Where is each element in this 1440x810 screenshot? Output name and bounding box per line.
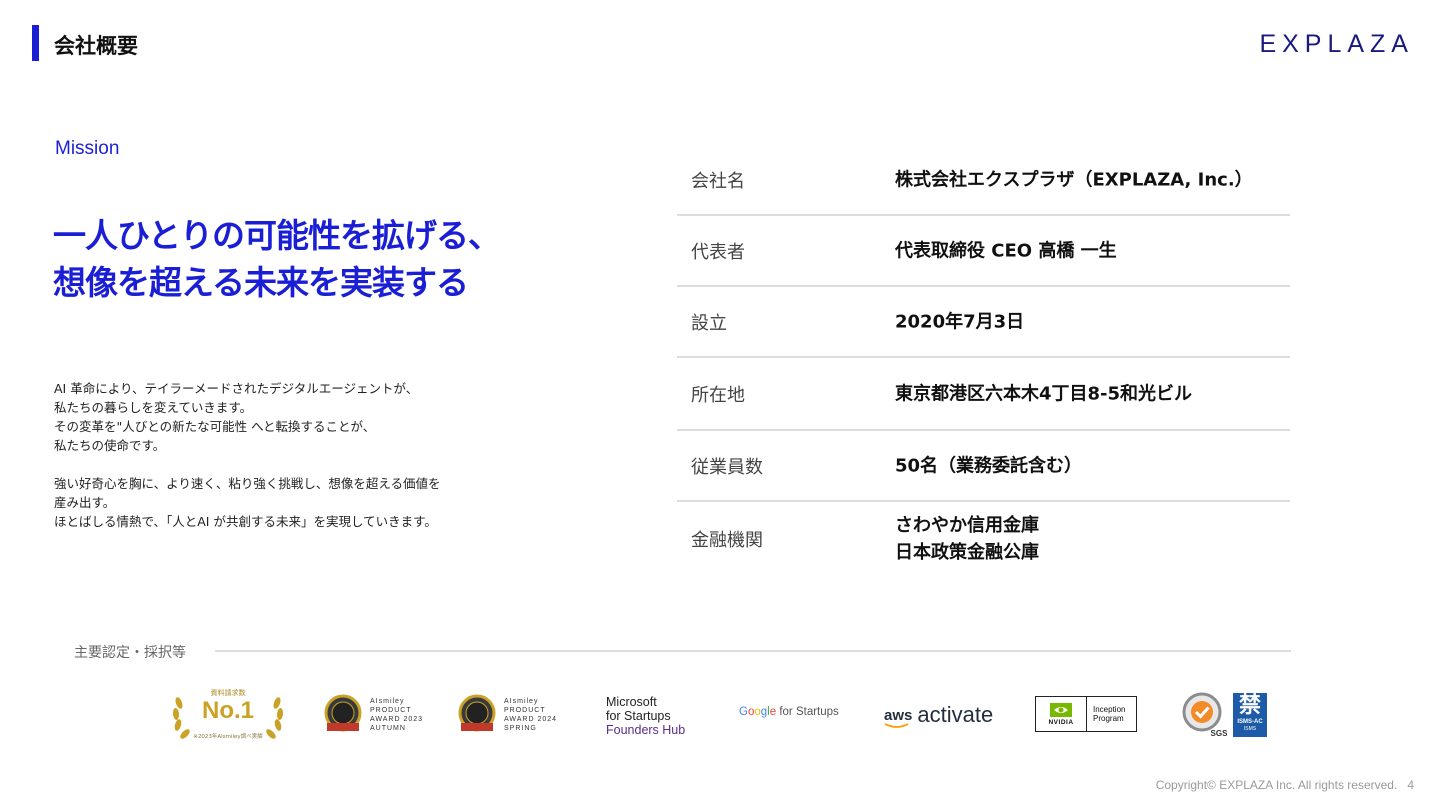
info-value: 50名（業務委託含む） (895, 455, 1083, 476)
nvidia-inception-logo: NVIDIA Inception Program (1035, 696, 1137, 732)
page-title: 会社概要 (54, 34, 138, 58)
aws-activate-text: activate (917, 702, 994, 727)
isms-line: ISMS (1243, 726, 1257, 732)
award-line: PRODUCT (504, 707, 546, 714)
info-label: 金融機関 (691, 530, 763, 551)
info-label: 設立 (691, 312, 727, 334)
mission-heading-line: 想像を超える未来を実装する (53, 263, 469, 302)
aws-smile-icon (884, 722, 909, 728)
aismiley-award-spring-2024: AIsmiley PRODUCT AWARD 2024 SPRING (456, 692, 557, 738)
award-text: AIsmiley PRODUCT AWARD 2024 SPRING (504, 697, 557, 733)
isms-ac-badge: 禁 ISMS-AC ISMS (1233, 693, 1267, 737)
mission-body-line: 私たちの使命です。 (54, 438, 166, 453)
bank-name: さわやか信用金庫 (895, 515, 1039, 536)
bank-name: 日本政策金融公庫 (895, 542, 1039, 563)
award-line: AWARD 2024 (504, 716, 558, 723)
microsoft-for-startups-logo: Microsoft for Startups Founders Hub (606, 695, 685, 737)
info-row-employees: 従業員数 50名（業務委託含む） (677, 431, 1290, 502)
google-for-startups-logo: Google for Startups (739, 706, 839, 718)
nvidia-program-text: Inception Program (1087, 705, 1136, 723)
award-line: AIsmiley (504, 698, 539, 705)
info-value: 代表取締役 CEO 高橋 一生 (895, 240, 1117, 261)
info-label: 代表者 (691, 241, 745, 263)
aws-wordmark: aws (884, 706, 913, 728)
mission-body-line: その変革を"人びとの新たな可能性 へと転換することが、 (54, 419, 376, 434)
sgs-label: SGS (1211, 729, 1227, 738)
ms-line: for Startups (606, 709, 671, 723)
laurel-no1-text: No.1 (201, 697, 254, 724)
title-accent-bar (32, 25, 39, 61)
nvidia-eye-icon (1050, 702, 1072, 717)
award-medal-icon (456, 694, 498, 736)
info-row-representative: 代表者 代表取締役 CEO 高橋 一生 (677, 216, 1290, 287)
mission-label: Mission (55, 138, 120, 159)
explaza-logo: EXPLAZA (1259, 30, 1414, 58)
aws-activate-logo: aws activate (884, 700, 993, 730)
google-letter: G (739, 706, 748, 718)
isms-line: ISMS-AC (1237, 719, 1263, 725)
award-line: AUTUMN (370, 725, 406, 732)
info-label: 従業員数 (691, 456, 763, 478)
info-row-banks: 金融機関 さわやか信用金庫 日本政策金融公庫 (677, 502, 1290, 576)
isms-mark-icon: 禁 (1238, 693, 1261, 718)
mission-body-line: 強い好奇心を胸に、より速く、粘り強く挑戦し、想像を超える価値を (54, 476, 441, 491)
ms-founders-hub: Founders Hub (606, 723, 686, 737)
sgs-isms-certification: SGS 禁 ISMS-AC ISMS (1181, 691, 1267, 739)
info-row-address: 所在地 東京都港区六本木4丁目8-5和光ビル (677, 358, 1290, 431)
mission-body-line: 私たちの暮らしを変えていきます。 (54, 400, 253, 415)
company-info-table: 会社名 株式会社エクスプラザ（EXPLAZA, Inc.） 代表者 代表取締役 … (677, 145, 1290, 576)
page-number: 4 (1407, 778, 1414, 792)
no1-laurel-badge: 資料請求数 No.1 ※2023年AIsmiley調べ実績 (170, 687, 286, 743)
info-value: 株式会社エクスプラザ（EXPLAZA, Inc.） (895, 169, 1253, 190)
mission-body-line: ほとばしる情熱で、「人とAI が共創する未来」を実現していきます。 (54, 514, 437, 529)
info-label: 会社名 (691, 170, 745, 192)
google-suffix: for Startups (776, 706, 839, 718)
info-label: 所在地 (691, 384, 745, 406)
copyright-text: Copyright© EXPLAZA Inc. All rights reser… (1155, 778, 1398, 792)
nvidia-line: Inception (1093, 705, 1126, 714)
info-value-banks: さわやか信用金庫 日本政策金融公庫 (895, 512, 1039, 566)
ms-line: Microsoft (606, 695, 657, 709)
nvidia-name: NVIDIA (1048, 718, 1074, 726)
aws-word: aws (884, 706, 913, 724)
mission-heading-line: 一人ひとりの可能性を拡げる、 (53, 216, 501, 255)
mission-heading: 一人ひとりの可能性を拡げる、 想像を超える未来を実装する (53, 212, 501, 306)
info-value: 2020年7月3日 (895, 311, 1025, 332)
info-row-company-name: 会社名 株式会社エクスプラザ（EXPLAZA, Inc.） (677, 145, 1290, 216)
award-line: SPRING (504, 725, 537, 732)
certifications-label: 主要認定・採択等 (74, 645, 186, 661)
award-line: PRODUCT (370, 707, 412, 714)
info-value: 東京都港区六本木4丁目8-5和光ビル (895, 383, 1193, 404)
award-line: AWARD 2023 (370, 716, 424, 723)
nvidia-mark: NVIDIA (1036, 697, 1087, 731)
mission-body: AI 革命により、テイラーメードされたデジタルエージェントが、 私たちの暮らしを… (54, 379, 441, 531)
nvidia-line: Program (1093, 714, 1124, 723)
laurel-foot-text: ※2023年AIsmiley調べ実績 (193, 734, 263, 740)
certifications-divider (215, 650, 1291, 652)
footer: Copyright© EXPLAZA Inc. All rights reser… (1156, 778, 1414, 792)
award-medal-icon (322, 694, 364, 736)
mission-body-line: 産み出す。 (54, 495, 116, 510)
aismiley-award-autumn-2023: AIsmiley PRODUCT AWARD 2023 AUTUMN (322, 692, 423, 738)
award-line: AIsmiley (370, 698, 405, 705)
mission-body-line: AI 革命により、テイラーメードされたデジタルエージェントが、 (54, 381, 419, 396)
info-row-founded: 設立 2020年7月3日 (677, 287, 1290, 358)
award-text: AIsmiley PRODUCT AWARD 2023 AUTUMN (370, 697, 423, 733)
sgs-badge-icon: SGS (1182, 692, 1227, 738)
